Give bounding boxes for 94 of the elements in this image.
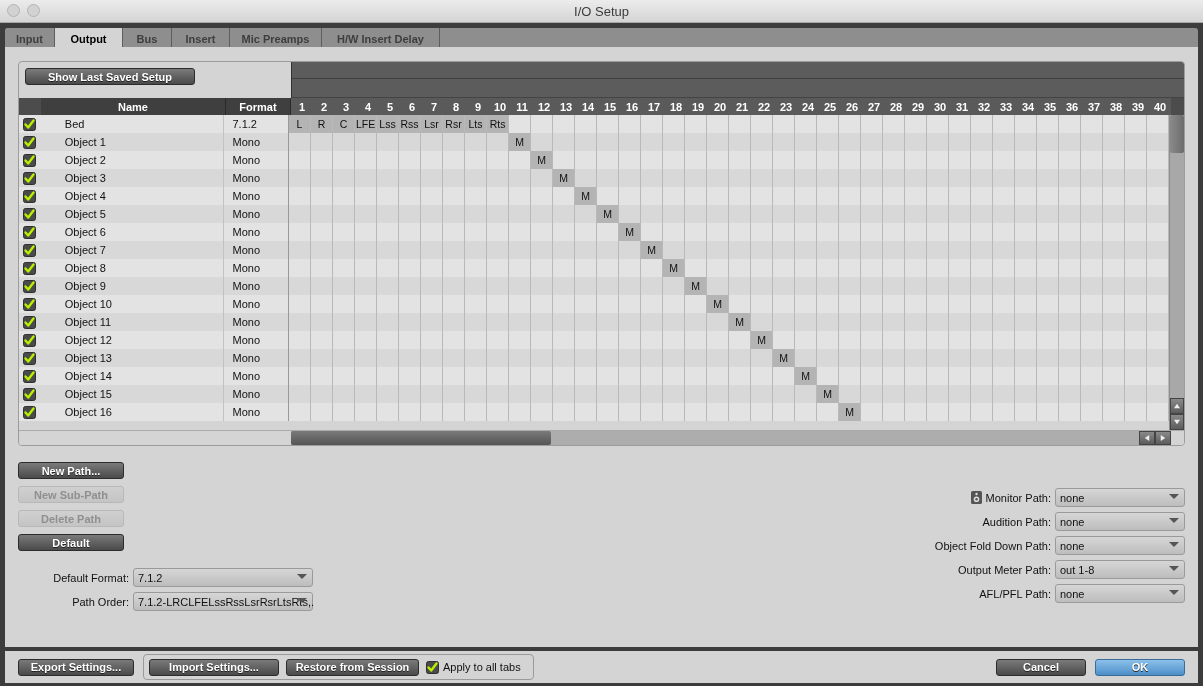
column-header: Name — [41, 98, 226, 115]
channel-number: 1 — [291, 98, 313, 115]
channel-number: 28 — [885, 98, 907, 115]
import-settings-button[interactable]: Import Settings... — [149, 658, 279, 676]
channel-number: 37 — [1083, 98, 1105, 115]
dropdown[interactable]: 7.1.2 — [133, 568, 313, 587]
field-label: Object Fold Down Path: — [934, 539, 1051, 552]
channel-number: 31 — [951, 98, 973, 115]
channel-number: 3 — [335, 98, 357, 115]
field-label: Audition Path: — [982, 515, 1051, 528]
channel-assignment[interactable]: Lts — [465, 115, 487, 133]
channel-number: 12 — [533, 98, 555, 115]
channel-number: 39 — [1127, 98, 1149, 115]
channel-assignment[interactable]: M — [641, 241, 663, 259]
channel-assignment[interactable]: M — [685, 277, 707, 295]
channel-number: 18 — [665, 98, 687, 115]
channel-number: 7 — [423, 98, 445, 115]
field-label: Path Order: — [71, 595, 130, 608]
channel-number: 23 — [775, 98, 797, 115]
channel-number: 30 — [929, 98, 951, 115]
dropdown[interactable]: out 1-8 — [1055, 560, 1185, 579]
channel-assignment[interactable]: M — [817, 385, 839, 403]
channel-number: 6 — [401, 98, 423, 115]
channel-assignment[interactable]: Lsr — [421, 115, 443, 133]
channel-number: 40 — [1149, 98, 1171, 115]
channel-number: 11 — [511, 98, 533, 115]
channel-number: 5 — [379, 98, 401, 115]
channel-number: 26 — [841, 98, 863, 115]
channel-assignment[interactable]: L — [289, 115, 311, 133]
channel-number: 14 — [577, 98, 599, 115]
field-label: AFL/PFL Path: — [979, 587, 1051, 600]
channel-number: 10 — [489, 98, 511, 115]
channel-number: 17 — [643, 98, 665, 115]
channel-assignment[interactable]: Rsr — [443, 115, 465, 133]
path-button[interactable]: New Path... — [18, 462, 124, 479]
field-label: Monitor Path: — [985, 491, 1051, 504]
channel-assignment[interactable]: M — [597, 205, 619, 223]
channel-assignment[interactable]: Rts — [487, 115, 509, 133]
channel-number: 22 — [753, 98, 775, 115]
channel-assignment[interactable]: M — [575, 187, 597, 205]
channel-number: 24 — [797, 98, 819, 115]
checkbox-label: Apply to all tabs — [443, 661, 521, 673]
channel-number: 32 — [973, 98, 995, 115]
channel-number: 29 — [907, 98, 929, 115]
dropdown[interactable]: none — [1055, 488, 1185, 507]
field-label: Output Meter Path: — [958, 563, 1051, 576]
channel-assignment[interactable]: M — [509, 133, 531, 151]
channel-number: 34 — [1017, 98, 1039, 115]
channel-number: 38 — [1105, 98, 1127, 115]
channel-assignment[interactable]: Lss — [377, 115, 399, 133]
channel-number: 8 — [445, 98, 467, 115]
channel-assignment[interactable]: M — [773, 349, 795, 367]
channel-assignment[interactable]: M — [707, 295, 729, 313]
channel-assignment[interactable]: M — [619, 223, 641, 241]
channel-assignment[interactable]: R — [311, 115, 333, 133]
channel-assignment[interactable]: M — [531, 151, 553, 169]
channel-assignment[interactable]: M — [751, 331, 773, 349]
channel-number: 20 — [709, 98, 731, 115]
show-last-saved-button[interactable]: Show Last Saved Setup — [25, 68, 195, 85]
channel-assignment[interactable]: M — [553, 169, 575, 187]
dropdown[interactable]: none — [1055, 512, 1185, 531]
channel-number: 2 — [313, 98, 335, 115]
channel-assignment[interactable]: M — [729, 313, 751, 331]
channel-number: 13 — [555, 98, 577, 115]
channel-number: 35 — [1039, 98, 1061, 115]
column-header: Format — [226, 98, 291, 115]
path-button[interactable]: Default — [18, 534, 124, 551]
channel-number: 19 — [687, 98, 709, 115]
channel-number: 33 — [995, 98, 1017, 115]
dropdown[interactable]: 7.1.2-LRCLFELssRssLsrRsrLtsRts,. — [133, 592, 313, 611]
channel-number: 21 — [731, 98, 753, 115]
dropdown[interactable]: none — [1055, 536, 1185, 555]
channel-number: 16 — [621, 98, 643, 115]
channel-assignment[interactable]: M — [795, 367, 817, 385]
channel-assignment[interactable]: M — [839, 403, 861, 421]
channel-number: 15 — [599, 98, 621, 115]
channel-number: 36 — [1061, 98, 1083, 115]
path-name[interactable]: Object 16 — [40, 403, 225, 421]
path-format: Mono — [224, 403, 289, 421]
channel-number: 25 — [819, 98, 841, 115]
dropdown[interactable]: none — [1055, 584, 1185, 603]
export-settings-button[interactable]: Export Settings... — [18, 658, 134, 676]
window-title: I/O Setup — [574, 4, 629, 19]
channel-number: 4 — [357, 98, 379, 115]
channel-assignment[interactable]: Rss — [399, 115, 421, 133]
cancel-button[interactable]: Cancel — [996, 658, 1086, 676]
field-label: Default Format: — [52, 571, 130, 584]
restore-button[interactable]: Restore from Session — [286, 658, 419, 676]
channel-assignment[interactable]: M — [663, 259, 685, 277]
channel-assignment[interactable]: LFE — [355, 115, 377, 133]
channel-number: 9 — [467, 98, 489, 115]
tab[interactable]: Output — [55, 28, 123, 47]
channel-assignment[interactable]: C — [333, 115, 355, 133]
channel-number: 27 — [863, 98, 885, 115]
